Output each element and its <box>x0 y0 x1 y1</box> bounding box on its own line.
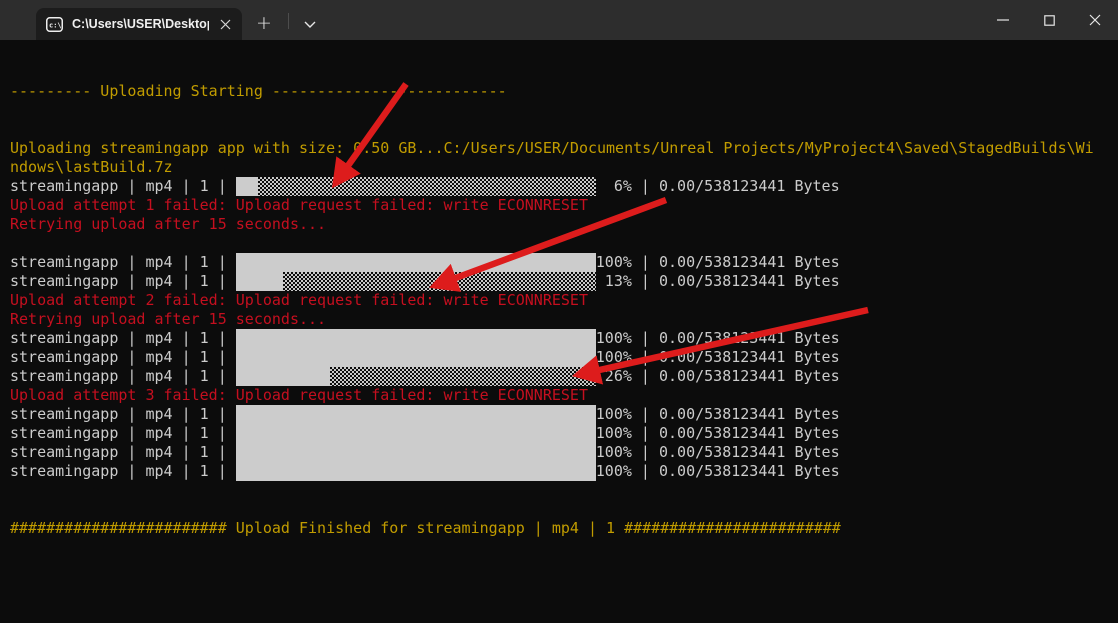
upload-finished-banner: ######################## Upload Finished… <box>10 519 1110 538</box>
progress-value: 100% | 0.00/538123441 Bytes <box>596 462 840 481</box>
window-controls <box>980 0 1118 40</box>
progress-bar <box>236 348 596 367</box>
minimize-button[interactable] <box>980 0 1026 40</box>
progress-value: 100% | 0.00/538123441 Bytes <box>596 329 840 348</box>
progress-bar <box>236 405 596 424</box>
tab-close-icon[interactable] <box>218 15 232 33</box>
blank-line <box>10 44 1110 63</box>
upload-progress-line: streamingapp | mp4 | 1 | 6% | 0.00/53812… <box>10 177 1110 196</box>
progress-bar-fill <box>236 177 258 196</box>
svg-text:c:\: c:\ <box>49 21 62 29</box>
terminal-output[interactable]: --------- Uploading Starting -----------… <box>0 40 1118 623</box>
progress-value: 100% | 0.00/538123441 Bytes <box>596 443 840 462</box>
progress-value: 100% | 0.00/538123441 Bytes <box>596 405 840 424</box>
retry-line: Retrying upload after 15 seconds... <box>10 310 1110 329</box>
progress-prefix: streamingapp | mp4 | 1 | <box>10 367 236 386</box>
upload-info-line: Uploading streamingapp app with size: 0.… <box>10 139 1110 158</box>
upload-progress-line: streamingapp | mp4 | 1 | 100% | 0.00/538… <box>10 329 1110 348</box>
upload-error-line: Upload attempt 1 failed: Upload request … <box>10 196 1110 215</box>
tab-active[interactable]: c:\ C:\Users\USER\Desktop\E3DS <box>36 8 242 40</box>
progress-bar-remainder <box>330 367 596 386</box>
upload-progress-line: streamingapp | mp4 | 1 | 100% | 0.00/538… <box>10 462 1110 481</box>
progress-bar <box>236 424 596 443</box>
upload-error-line: Upload attempt 3 failed: Upload request … <box>10 386 1110 405</box>
progress-prefix: streamingapp | mp4 | 1 | <box>10 329 236 348</box>
blank-line <box>10 500 1110 519</box>
progress-bar <box>236 367 596 386</box>
progress-bar-fill <box>236 367 330 386</box>
progress-value: 26% | 0.00/538123441 Bytes <box>596 367 840 386</box>
progress-prefix: streamingapp | mp4 | 1 | <box>10 443 236 462</box>
progress-bar <box>236 177 596 196</box>
cmd-icon: c:\ <box>46 17 63 32</box>
progress-bar-fill <box>236 272 283 291</box>
progress-bar-fill <box>236 405 596 424</box>
upload-progress-line: streamingapp | mp4 | 1 | 13% | 0.00/5381… <box>10 272 1110 291</box>
titlebar-separator <box>288 13 289 29</box>
blank-line <box>10 481 1110 500</box>
progress-bar <box>236 443 596 462</box>
blank-line <box>10 120 1110 139</box>
new-tab-button[interactable]: + <box>246 8 282 40</box>
upload-progress-line: streamingapp | mp4 | 1 | 100% | 0.00/538… <box>10 405 1110 424</box>
progress-bar-remainder <box>258 177 596 196</box>
progress-bar <box>236 462 596 481</box>
uploading-starting-banner: --------- Uploading Starting -----------… <box>10 82 1110 101</box>
progress-prefix: streamingapp | mp4 | 1 | <box>10 424 236 443</box>
upload-error-line: Upload attempt 2 failed: Upload request … <box>10 291 1110 310</box>
upload-progress-line: streamingapp | mp4 | 1 | 100% | 0.00/538… <box>10 348 1110 367</box>
retry-line: Retrying upload after 15 seconds... <box>10 215 1110 234</box>
upload-progress-line: streamingapp | mp4 | 1 | 100% | 0.00/538… <box>10 443 1110 462</box>
progress-value: 100% | 0.00/538123441 Bytes <box>596 424 840 443</box>
blank-line <box>10 234 1110 253</box>
progress-bar-fill <box>236 253 596 272</box>
upload-info-line-wrap: ndows\lastBuild.7z <box>10 158 1110 177</box>
progress-bar-remainder <box>283 272 596 291</box>
progress-prefix: streamingapp | mp4 | 1 | <box>10 253 236 272</box>
progress-prefix: streamingapp | mp4 | 1 | <box>10 177 236 196</box>
progress-bar-fill <box>236 348 596 367</box>
tab-title: C:\Users\USER\Desktop\E3DS <box>72 17 209 31</box>
progress-value: 6% | 0.00/538123441 Bytes <box>596 177 840 196</box>
progress-bar-fill <box>236 443 596 462</box>
upload-progress-line: streamingapp | mp4 | 1 | 100% | 0.00/538… <box>10 424 1110 443</box>
progress-prefix: streamingapp | mp4 | 1 | <box>10 272 236 291</box>
titlebar[interactable]: c:\ C:\Users\USER\Desktop\E3DS + <box>0 0 1118 40</box>
upload-progress-line: streamingapp | mp4 | 1 | 26% | 0.00/5381… <box>10 367 1110 386</box>
progress-value: 13% | 0.00/538123441 Bytes <box>596 272 840 291</box>
progress-prefix: streamingapp | mp4 | 1 | <box>10 405 236 424</box>
progress-value: 100% | 0.00/538123441 Bytes <box>596 348 840 367</box>
progress-bar-fill <box>236 329 596 348</box>
progress-prefix: streamingapp | mp4 | 1 | <box>10 348 236 367</box>
upload-progress-line: streamingapp | mp4 | 1 | 100% | 0.00/538… <box>10 253 1110 272</box>
terminal-window: c:\ C:\Users\USER\Desktop\E3DS + ---- <box>0 0 1118 623</box>
tab-dropdown-button[interactable] <box>292 8 328 40</box>
progress-bar <box>236 329 596 348</box>
close-button[interactable] <box>1072 0 1118 40</box>
progress-bar <box>236 272 596 291</box>
blank-line <box>10 101 1110 120</box>
progress-bar-fill <box>236 424 596 443</box>
maximize-button[interactable] <box>1026 0 1072 40</box>
progress-bar <box>236 253 596 272</box>
progress-prefix: streamingapp | mp4 | 1 | <box>10 462 236 481</box>
blank-line <box>10 63 1110 82</box>
progress-value: 100% | 0.00/538123441 Bytes <box>596 253 840 272</box>
progress-bar-fill <box>236 462 596 481</box>
